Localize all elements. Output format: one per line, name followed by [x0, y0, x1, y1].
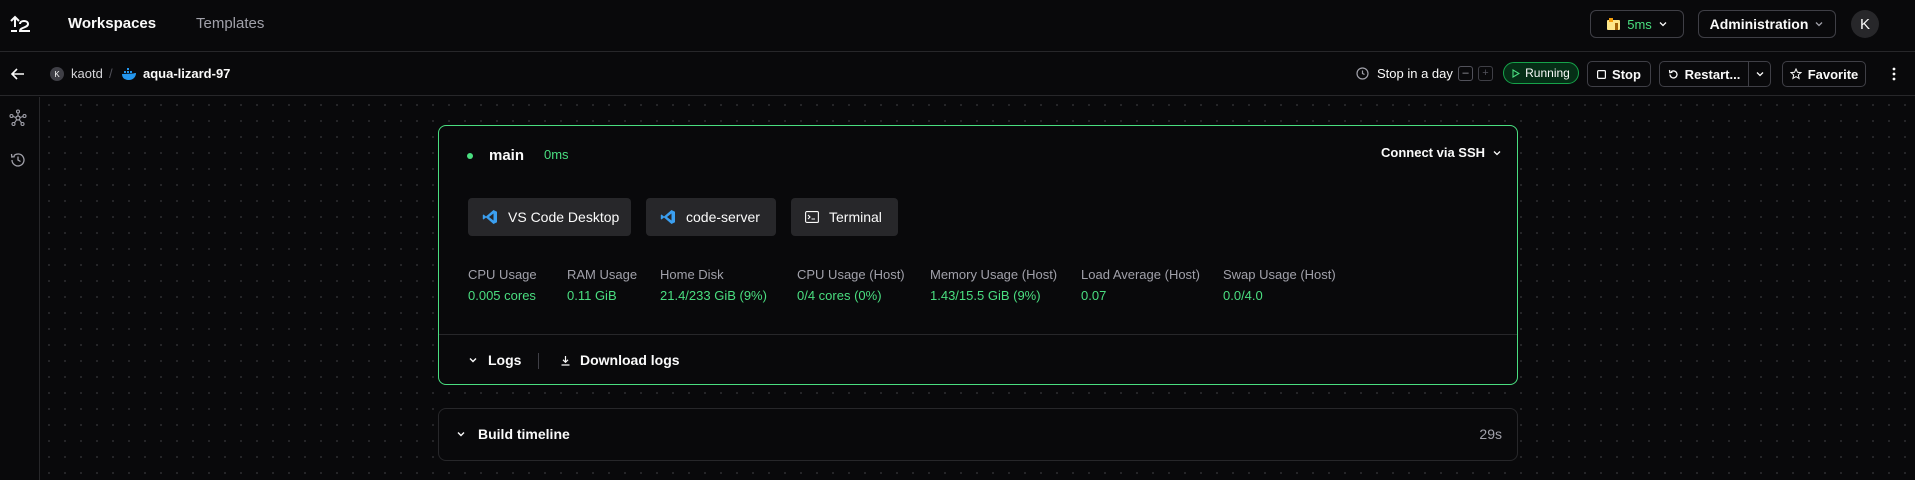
stat-home-disk: Home Disk 21.4/233 GiB (9%): [660, 267, 767, 303]
breadcrumb-separator: /: [109, 66, 113, 81]
restart-options-button[interactable]: [1748, 61, 1771, 87]
vscode-icon: [660, 210, 675, 224]
schedule-decrease-button[interactable]: –: [1458, 66, 1473, 81]
connect-ssh-button[interactable]: Connect via SSH: [1381, 145, 1502, 160]
stat-value: 0/4 cores (0%): [797, 288, 882, 303]
app-label: Terminal: [829, 209, 882, 225]
chevron-down-icon: [1756, 72, 1763, 77]
stat-label: Home Disk: [660, 267, 724, 282]
logs-toggle-button[interactable]: Logs: [468, 352, 521, 368]
chevron-down-icon: [1815, 22, 1823, 27]
more-options-icon[interactable]: [1886, 66, 1902, 82]
logs-label: Logs: [488, 352, 522, 368]
app-label: VS Code Desktop: [508, 209, 620, 225]
owner-avatar: K: [50, 67, 64, 81]
app-code-server-button[interactable]: code-server: [646, 198, 776, 236]
stat-label: CPU Usage (Host): [797, 267, 905, 282]
stat-load-average-host: Load Average (Host) 0.07: [1081, 267, 1200, 303]
restart-button[interactable]: Restart...: [1659, 61, 1749, 87]
top-navbar: Workspaces Templates 5ms Administration …: [0, 0, 1915, 52]
docker-icon: [122, 68, 136, 80]
stat-cpu-usage-host: CPU Usage (Host) 0/4 cores (0%): [797, 267, 905, 303]
latency-value: 5ms: [1627, 16, 1652, 32]
breadcrumb-owner[interactable]: kaotd: [71, 66, 103, 81]
schedule-label: Stop in a day: [1377, 66, 1453, 81]
download-icon: [561, 355, 570, 366]
stat-value: 0.07: [1081, 288, 1107, 303]
administration-label: Administration: [1709, 16, 1809, 32]
stat-memory-usage-host: Memory Usage (Host) 1.43/15.5 GiB (9%): [930, 267, 1057, 303]
workspace-topbar: K kaotd / aqua-lizard-97 Stop in a day –…: [0, 53, 1915, 96]
history-icon[interactable]: [9, 151, 27, 169]
stat-label: Swap Usage (Host): [1223, 267, 1336, 282]
divider: [538, 353, 539, 369]
chevron-down-icon: [1493, 150, 1501, 155]
coder-logo-icon[interactable]: [8, 12, 34, 36]
stop-label: Stop: [1612, 66, 1641, 82]
latency-button[interactable]: 5ms: [1590, 10, 1684, 38]
build-timeline-label: Build timeline: [478, 426, 570, 442]
favorite-label: Favorite: [1807, 66, 1859, 82]
agent-latency: 0ms: [544, 147, 569, 162]
stat-label: CPU Usage: [468, 267, 537, 282]
stop-button[interactable]: Stop: [1587, 61, 1651, 87]
build-timeline-duration: 29s: [1479, 426, 1502, 442]
vscode-icon: [482, 210, 497, 224]
build-timeline-card[interactable]: Build timeline 29s: [438, 408, 1518, 461]
chevron-down-icon: [469, 358, 477, 363]
app-vscode-desktop-button[interactable]: VS Code Desktop: [468, 198, 631, 236]
agent-name: main: [489, 147, 525, 164]
clock-icon: [1356, 67, 1369, 80]
stat-value: 1.43/15.5 GiB (9%): [930, 288, 1041, 303]
arrow-left-icon[interactable]: [10, 66, 26, 82]
download-logs-label: Download logs: [580, 352, 680, 368]
schedule-increase-button[interactable]: +: [1478, 66, 1493, 81]
app-terminal-button[interactable]: Terminal: [791, 198, 898, 236]
stat-value: 0.11 GiB: [567, 288, 617, 303]
agent-card: main 0ms Connect via SSH VS Code Desktop…: [438, 125, 1518, 385]
play-icon: [1512, 68, 1521, 78]
stat-swap-usage-host: Swap Usage (Host) 0.0/4.0: [1223, 267, 1336, 303]
stat-value: 0.0/4.0: [1223, 288, 1263, 303]
resources-graph-icon[interactable]: [9, 109, 27, 127]
terminal-icon: [805, 211, 819, 223]
stop-icon: [1597, 69, 1607, 79]
star-icon: [1789, 68, 1802, 80]
stat-value: 0.005 cores: [468, 288, 536, 303]
chevron-down-icon: [457, 432, 465, 437]
download-logs-button[interactable]: Download logs: [560, 352, 680, 368]
chevron-down-icon: [1659, 22, 1667, 27]
stat-label: Load Average (Host): [1081, 267, 1200, 282]
status-badge: Running: [1503, 62, 1579, 84]
breadcrumb-workspace-name[interactable]: aqua-lizard-97: [143, 66, 230, 81]
nav-tab-workspaces[interactable]: Workspaces: [68, 15, 156, 32]
connect-ssh-label: Connect via SSH: [1381, 145, 1486, 160]
build-timeline-toggle[interactable]: Build timeline: [456, 426, 570, 442]
restart-icon: [1668, 69, 1678, 79]
administration-menu-button[interactable]: Administration: [1698, 10, 1836, 38]
agent-status-indicator: [467, 153, 473, 159]
restart-label: Restart...: [1684, 66, 1741, 82]
app-label: code-server: [686, 209, 760, 225]
stat-ram-usage: RAM Usage 0.11 GiB: [567, 267, 637, 303]
favorite-button[interactable]: Favorite: [1782, 61, 1866, 87]
stat-cpu-usage: CPU Usage 0.005 cores: [468, 267, 537, 303]
divider: [439, 334, 1517, 335]
stat-label: RAM Usage: [567, 267, 638, 282]
stat-value: 21.4/233 GiB (9%): [660, 288, 767, 303]
status-label: Running: [1525, 66, 1570, 80]
user-avatar[interactable]: K: [1851, 10, 1879, 38]
nav-tab-templates[interactable]: Templates: [196, 15, 264, 32]
stat-label: Memory Usage (Host): [930, 267, 1058, 282]
proxy-region-icon: [1607, 18, 1621, 30]
workspace-sidebar: [0, 97, 40, 480]
